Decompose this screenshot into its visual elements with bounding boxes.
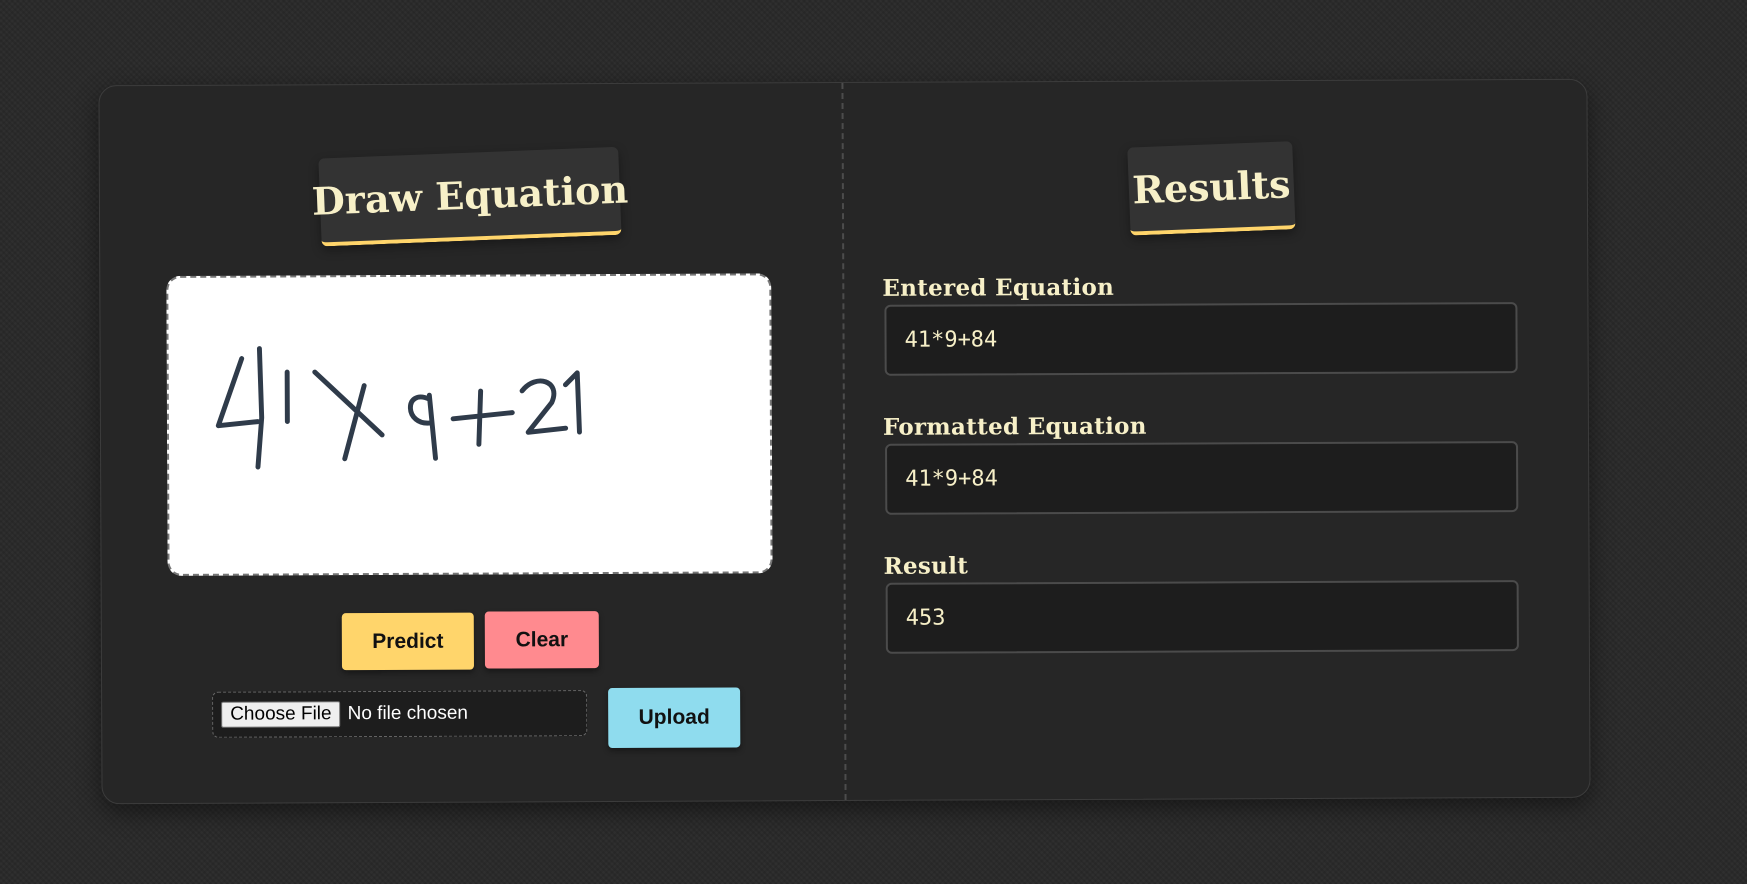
predict-button[interactable]: Predict: [341, 612, 474, 671]
stroke-digit-1b: [562, 370, 582, 435]
result-field: 453: [885, 580, 1519, 654]
clear-button[interactable]: Clear: [484, 611, 599, 669]
upload-button[interactable]: Upload: [608, 687, 741, 749]
stroke-plus: [450, 388, 515, 447]
file-status: No file chosen: [347, 702, 469, 725]
results-title: Results: [1127, 141, 1296, 236]
drawing-canvas[interactable]: [166, 273, 773, 576]
stroke-digit-2: [519, 378, 569, 435]
app-card: Draw Equation Predict Clear Choose File …: [98, 78, 1591, 805]
result-label: Result: [883, 552, 969, 580]
formatted-equation-field: 41*9+84: [885, 441, 1519, 515]
stroke-times: [312, 369, 385, 462]
file-input[interactable]: Choose File No file chosen: [212, 690, 588, 738]
entered-equation-field: 41*9+84: [884, 302, 1518, 376]
choose-file-button[interactable]: Choose File: [221, 701, 341, 728]
results-panel: Results Entered Equation 41*9+84 Formatt…: [843, 80, 1589, 800]
draw-equation-title: Draw Equation: [311, 146, 629, 247]
entered-equation-label: Entered Equation: [882, 273, 1115, 302]
stroke-digit-4: [215, 346, 265, 470]
handwritten-strokes: [215, 346, 582, 470]
stroke-digit-9: [407, 392, 438, 461]
draw-panel: Draw Equation Predict Clear Choose File …: [99, 83, 844, 803]
formatted-equation-label: Formatted Equation: [882, 412, 1147, 441]
